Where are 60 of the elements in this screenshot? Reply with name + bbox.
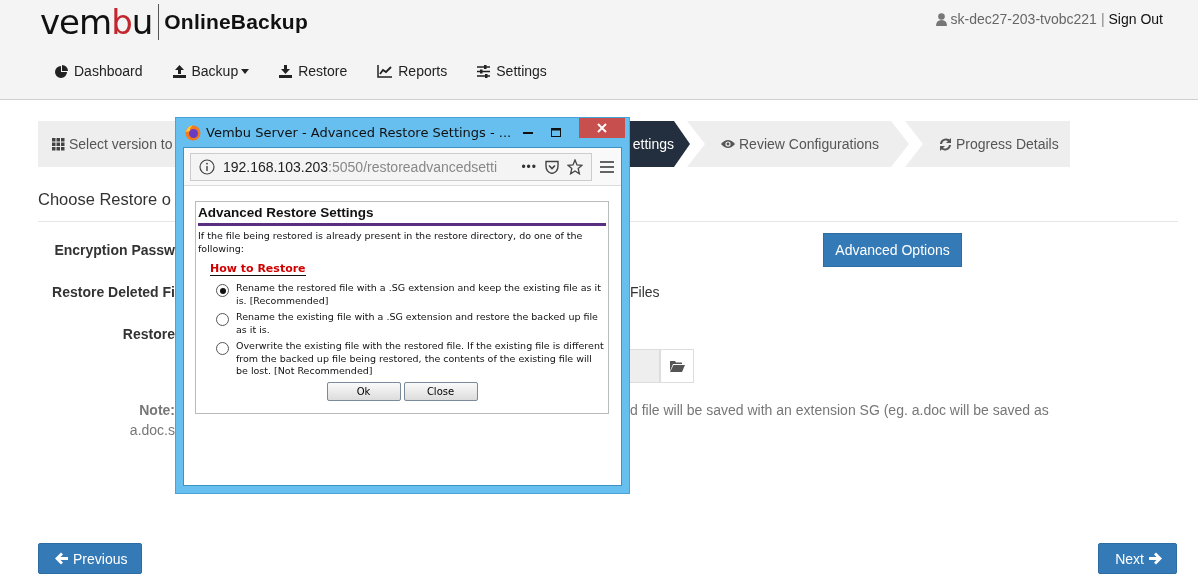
- user-name: sk-dec27-203-tvobc221: [950, 11, 1097, 27]
- ok-button[interactable]: Ok: [326, 381, 401, 401]
- info-icon: [199, 158, 215, 175]
- input-field[interactable]: [630, 349, 660, 383]
- folder-icon: [669, 360, 685, 372]
- download-icon: [279, 64, 293, 78]
- pie-chart-icon: [55, 64, 68, 78]
- separator: |: [1100, 11, 1105, 27]
- field-label: Encryption Passw: [54, 242, 175, 258]
- browse-button[interactable]: [660, 349, 694, 383]
- section-heading: How to Restore: [210, 262, 306, 276]
- panel-heading: Advanced Restore Settings: [198, 205, 606, 226]
- next-button[interactable]: Next: [1098, 543, 1177, 574]
- intro-text: If the file being restored is already present in the restore directory, do one of the following:: [198, 230, 584, 255]
- line-chart-icon: [377, 64, 393, 78]
- note-label: Note:: [139, 402, 175, 418]
- close-button[interactable]: [579, 118, 625, 138]
- nav-item[interactable]: Settings: [477, 63, 547, 79]
- field-label: Restore: [122, 326, 175, 342]
- note-text: a.doc.s: [129, 422, 175, 438]
- star-icon: [567, 158, 583, 175]
- window-title: Vembu Server - Advanced Restore Settings - ...: [206, 125, 512, 140]
- section-title: Choose Restore o: [38, 190, 171, 210]
- wizard-step[interactable]: Progress Details: [905, 121, 1070, 167]
- address-bar[interactable]: 192.168.103.203:5050/restoreadvancedsetti •••: [190, 152, 592, 181]
- option-label: Files: [630, 284, 660, 300]
- grid-icon: [52, 137, 65, 151]
- field-label: Restore Deleted Fi: [52, 284, 175, 300]
- minimize-icon: [523, 131, 533, 134]
- product-name: OnlineBackup: [163, 10, 308, 34]
- browser-logo-icon: [185, 124, 201, 141]
- sign-out-link[interactable]: Sign Out: [1108, 11, 1163, 27]
- previous-button[interactable]: Previous: [38, 543, 143, 574]
- arrow-right-icon: [1149, 552, 1162, 565]
- logo: vembu: [40, 4, 160, 40]
- nav-item[interactable]: Backup: [172, 63, 250, 79]
- user-icon: [935, 12, 947, 26]
- radio-button[interactable]: [216, 313, 229, 326]
- shield-icon: [545, 159, 559, 174]
- upload-icon: [172, 64, 186, 78]
- option-text: Rename the existing file with a .SG extension and restore the backed up file as it is.: [236, 311, 599, 336]
- radio-button[interactable]: [216, 342, 229, 355]
- close-dialog-button[interactable]: Close: [403, 381, 478, 401]
- nav-item[interactable]: Reports: [377, 63, 448, 79]
- more-menu[interactable]: •••: [521, 159, 537, 174]
- refresh-icon: [939, 137, 952, 151]
- close-icon: [597, 123, 607, 133]
- arrow-left-icon: [55, 552, 68, 565]
- maximize-icon: [551, 128, 561, 137]
- note-text: d file will be saved with an extension SG (eg. a.doc will be saved as: [630, 402, 1049, 418]
- menu-icon: [600, 160, 614, 173]
- sliders-icon: [477, 64, 491, 78]
- radio-button[interactable]: [216, 284, 229, 297]
- wizard-step[interactable]: Review Configurations: [687, 121, 909, 167]
- option-text: Overwrite the existing file with the restored file. If the existing file is different from the backed up file being restored, the contents of the existing file will be lost. [Not Recommended]: [236, 340, 605, 378]
- advanced-options-button[interactable]: Advanced Options: [823, 233, 962, 267]
- nav-item[interactable]: Dashboard: [55, 63, 143, 79]
- eye-icon: [721, 139, 735, 149]
- nav-item[interactable]: Restore: [279, 63, 348, 79]
- option-text: Rename the restored file with a .SG extension and keep the existing file as it is. [Recommended]: [236, 282, 602, 307]
